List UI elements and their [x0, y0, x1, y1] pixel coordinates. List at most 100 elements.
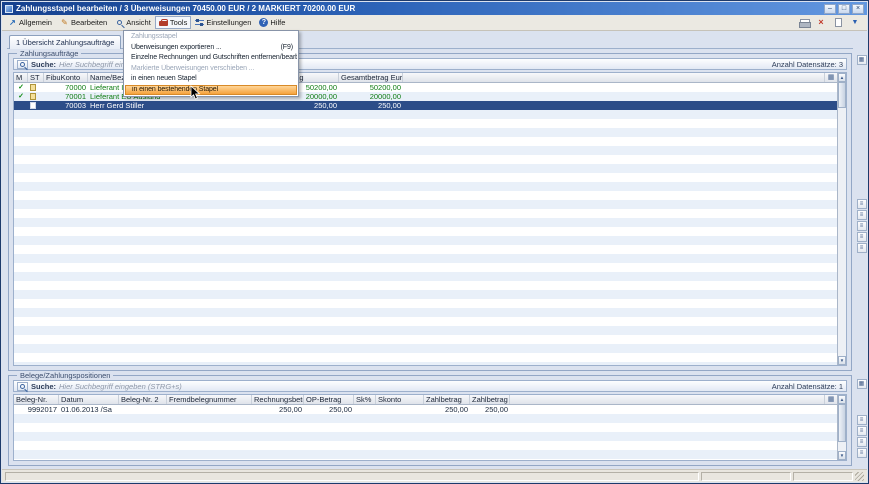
- positions-rows: 9992017 01.06.2013 /Sa 250,00 250,00 250…: [14, 405, 837, 460]
- menu-item-neuer-stapel[interactable]: in einen neuen Stapel: [125, 74, 297, 85]
- menu-label: Bearbeiten: [71, 18, 107, 27]
- positions-table-header: Beleg-Nr. Datum Beleg-Nr. 2 Fremdbelegnu…: [14, 395, 837, 405]
- search-button[interactable]: [17, 382, 28, 391]
- column-header-zahlbetrag[interactable]: Zahlbetrag: [424, 395, 470, 404]
- menu-allgemein[interactable]: ↗ Allgemein: [4, 16, 56, 29]
- transfer-icon: [30, 102, 36, 109]
- column-header-beleg-nr[interactable]: Beleg-Nr.: [14, 395, 59, 404]
- column-header-datum[interactable]: Datum: [59, 395, 119, 404]
- list-tool-icon[interactable]: ≡: [857, 448, 867, 458]
- window-title: Zahlungsstapel bearbeiten / 3 Überweisun…: [16, 4, 824, 13]
- payments-rows: ✓ 70000 Lieferant Inland 50200,00 50200,…: [14, 83, 837, 365]
- column-chooser-icon[interactable]: ▦: [825, 73, 837, 82]
- cell-fibukonto: 70001: [44, 92, 88, 101]
- column-header-fremdbelegnummer[interactable]: Fremdbelegnummer: [167, 395, 252, 404]
- exit-button[interactable]: ▼: [849, 17, 861, 29]
- scroll-up-icon[interactable]: ▲: [838, 73, 846, 82]
- positions-vertical-scrollbar[interactable]: ▲ ▼: [837, 395, 846, 460]
- list-tool-icon[interactable]: ≡: [857, 232, 867, 242]
- tools-menu-popup: Zahlungsstapel Überweisungen exportieren…: [123, 30, 299, 97]
- positions-row-1[interactable]: 9992017 01.06.2013 /Sa 250,00 250,00 250…: [14, 405, 837, 414]
- status-bar: [2, 469, 867, 482]
- menu-ansicht[interactable]: Ansicht: [111, 16, 155, 29]
- scroll-up-icon[interactable]: ▲: [838, 395, 846, 404]
- cell-gesamtbetrag-euro: 20000,00: [339, 92, 403, 101]
- list-tool-icon[interactable]: ≡: [857, 221, 867, 231]
- menu-tools[interactable]: Tools: [155, 16, 192, 29]
- list-tool-icon[interactable]: ≡: [857, 415, 867, 425]
- column-header-gesamtbetrag-euro[interactable]: Gesamtbetrag Euro: [339, 73, 403, 82]
- tab-uebersicht-zahlungsauftraege[interactable]: 1 Übersicht Zahlungsaufträge: [9, 35, 121, 49]
- scroll-down-icon[interactable]: ▼: [838, 356, 846, 365]
- scrollbar-thumb[interactable]: [838, 404, 846, 442]
- search-icon: [20, 62, 25, 67]
- list-tool-icon[interactable]: ≡: [857, 199, 867, 209]
- allgemein-icon: ↗: [8, 18, 17, 27]
- column-header-zahlbetrag-euro[interactable]: Zahlbetrag Euro: [470, 395, 510, 404]
- payments-vertical-scrollbar[interactable]: ▲ ▼: [837, 73, 846, 365]
- cell-filler: [403, 101, 837, 110]
- payments-row-3-selected[interactable]: 70003 Herr Gerd Stiller 250,00 250,00: [14, 101, 837, 110]
- cell-beleg-nr-2: [119, 405, 167, 414]
- menu-item-label: in einen neuen Stapel: [131, 74, 197, 85]
- positions-record-count: Anzahl Datensätze: 1: [772, 382, 843, 391]
- maximize-button[interactable]: □: [838, 4, 850, 14]
- transfer-icon: [30, 84, 36, 91]
- cell-beleg-nr: 9992017: [14, 405, 59, 414]
- transfer-icon: [30, 93, 36, 100]
- list-tool-icon[interactable]: ≡: [857, 243, 867, 253]
- row-check-icon: [14, 101, 28, 110]
- print-button[interactable]: [798, 17, 810, 29]
- column-header-filler: [403, 73, 825, 82]
- delete-button[interactable]: ×: [815, 17, 827, 29]
- row-check-icon: ✓: [14, 92, 28, 101]
- column-header-beleg-nr-2[interactable]: Beleg-Nr. 2: [119, 395, 167, 404]
- column-header-skonto[interactable]: Skonto: [376, 395, 424, 404]
- menu-item-label: Markierte Überweisungen verschieben ...: [131, 64, 254, 75]
- search-button[interactable]: [17, 60, 28, 69]
- scrollbar-track[interactable]: [838, 442, 846, 451]
- scroll-down-icon[interactable]: ▼: [838, 451, 846, 460]
- column-chooser-icon[interactable]: ▦: [825, 395, 837, 404]
- column-header-rechnungsbetrag[interactable]: Rechnungsbetrag: [252, 395, 304, 404]
- positions-group-label: Belege/Zahlungspositionen: [17, 371, 113, 380]
- menu-item-bestehender-stapel[interactable]: in einen bestehenden Stapel: [125, 85, 297, 96]
- document-button[interactable]: [832, 17, 844, 29]
- list-tool-icon[interactable]: ≡: [857, 210, 867, 220]
- grid-settings-icon[interactable]: ▦: [857, 55, 867, 65]
- help-icon: ?: [259, 18, 268, 27]
- menu-item-ueberweisungen-exportieren[interactable]: Überweisungen exportieren ... (F9): [125, 43, 297, 54]
- search-label: Suche:: [31, 382, 56, 391]
- menu-hilfe[interactable]: ? Hilfe: [255, 16, 289, 29]
- column-header-op-betrag[interactable]: OP-Betrag: [304, 395, 354, 404]
- menu-einstellungen[interactable]: Einstellungen: [191, 16, 255, 29]
- menu-item-shortcut: [287, 74, 293, 85]
- cell-sk: [354, 405, 376, 414]
- column-header-st[interactable]: ST: [28, 73, 44, 82]
- cell-gesamtbetrag-euro: 250,00: [339, 101, 403, 110]
- menu-item-einzelne-rechnungen-bearbeiten[interactable]: Einzelne Rechnungen und Gutschriften ent…: [125, 53, 297, 64]
- column-header-fibukonto[interactable]: FibuKonto: [44, 73, 88, 82]
- column-header-sk[interactable]: Sk%: [354, 395, 376, 404]
- positions-search-input[interactable]: [59, 382, 769, 391]
- grid-settings-icon[interactable]: ▦: [857, 379, 867, 389]
- red-x-icon: ×: [818, 18, 823, 27]
- tools-icon: [159, 18, 168, 27]
- minimize-button[interactable]: –: [824, 4, 836, 14]
- cell-datum: 01.06.2013 /Sa: [59, 405, 119, 414]
- menu-item-shortcut: (F9): [275, 43, 293, 54]
- column-header-m[interactable]: M: [14, 73, 28, 82]
- scrollbar-track[interactable]: [838, 108, 846, 356]
- row-type-cell: [28, 92, 44, 101]
- cell-fibukonto: 70000: [44, 83, 88, 92]
- app-icon: [5, 5, 13, 13]
- cell-filler: [510, 405, 837, 414]
- scrollbar-thumb[interactable]: [838, 82, 846, 108]
- menu-bearbeiten[interactable]: ✎ Bearbeiten: [56, 16, 111, 29]
- resize-grip[interactable]: [855, 472, 864, 481]
- titlebar[interactable]: Zahlungsstapel bearbeiten / 3 Überweisun…: [2, 2, 867, 15]
- list-tool-icon[interactable]: ≡: [857, 426, 867, 436]
- menu-item-shortcut: [286, 86, 292, 95]
- close-button[interactable]: ×: [852, 4, 864, 14]
- list-tool-icon[interactable]: ≡: [857, 437, 867, 447]
